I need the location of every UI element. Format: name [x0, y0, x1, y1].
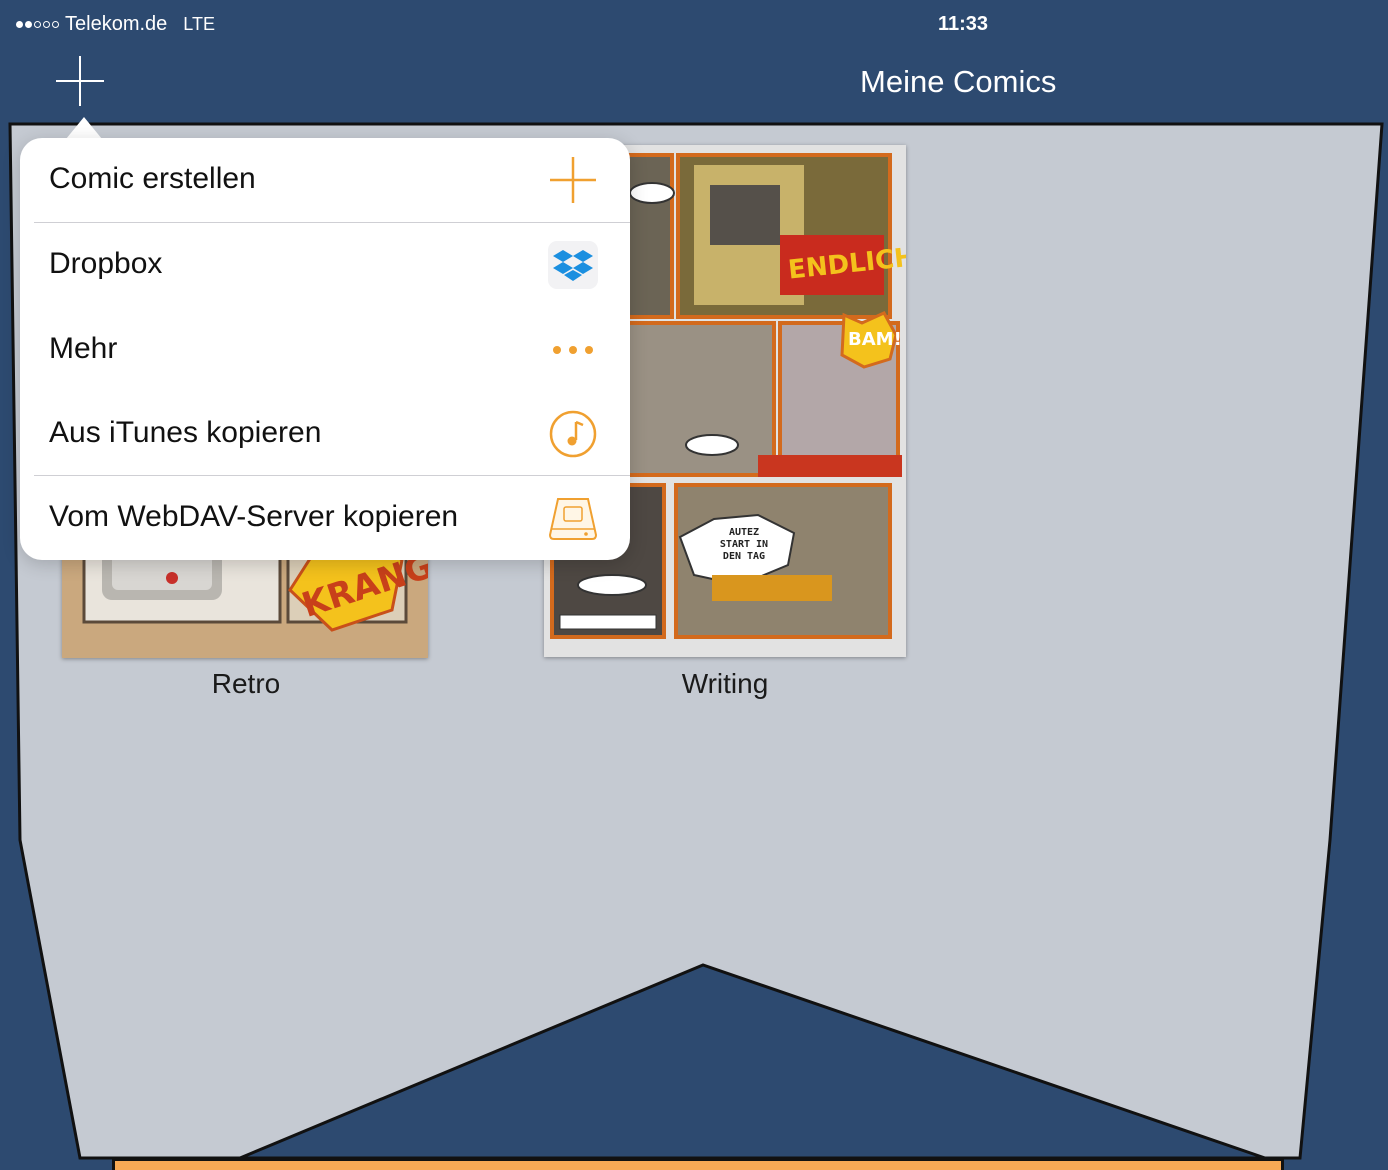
- more-dots-icon: [546, 325, 600, 375]
- plus-icon: [546, 155, 600, 205]
- menu-item-label: Aus iTunes kopieren: [49, 416, 322, 449]
- speech-bubble-text: AUTEZ START IN DEN TAG: [704, 527, 784, 563]
- status-left: Telekom.de LTE: [16, 13, 215, 36]
- menu-item-webdav[interactable]: Vom WebDAV-Server kopieren: [20, 476, 630, 560]
- bam-sfx-text: BAM!: [848, 329, 902, 350]
- popover-arrow: [66, 117, 102, 139]
- menu-item-label: Comic erstellen: [49, 162, 256, 195]
- menu-item-itunes[interactable]: Aus iTunes kopieren: [20, 392, 630, 476]
- menu-item-dropbox[interactable]: Dropbox: [20, 223, 630, 307]
- add-menu-popover: Comic erstellen Dropbox Mehr Aus iTunes …: [20, 138, 630, 560]
- status-time: 11:33: [938, 13, 989, 35]
- status-bar: Telekom.de LTE 11:33: [10, 8, 1382, 42]
- speech-line-2: START IN: [719, 539, 769, 550]
- carrier-name: Telekom.de: [65, 13, 168, 35]
- signal-strength-icon: [16, 21, 59, 28]
- page-title: Meine Comics: [860, 64, 1057, 99]
- comic-title-retro: Retro: [211, 668, 281, 699]
- webdav-server-icon: [546, 493, 600, 543]
- bottom-banner: [112, 1158, 1284, 1170]
- dropbox-icon: [546, 240, 600, 290]
- menu-item-label: Vom WebDAV-Server kopieren: [49, 500, 459, 533]
- menu-item-label: Dropbox: [49, 247, 163, 280]
- app-screen: Telekom.de LTE 11:33 Meine Comics KRANG …: [0, 0, 1388, 1170]
- menu-item-more[interactable]: Mehr: [20, 308, 630, 392]
- speech-line-1: AUTEZ: [728, 527, 760, 538]
- navigation-bar: Meine Comics: [10, 44, 1382, 124]
- menu-item-create-comic[interactable]: Comic erstellen: [20, 138, 630, 222]
- menu-item-label: Mehr: [49, 332, 118, 365]
- comic-title-writing: Writing: [681, 668, 769, 699]
- speech-line-3: DEN TAG: [722, 551, 766, 562]
- itunes-icon: [546, 409, 600, 459]
- network-type: LTE: [183, 14, 215, 34]
- add-button[interactable]: [52, 54, 108, 110]
